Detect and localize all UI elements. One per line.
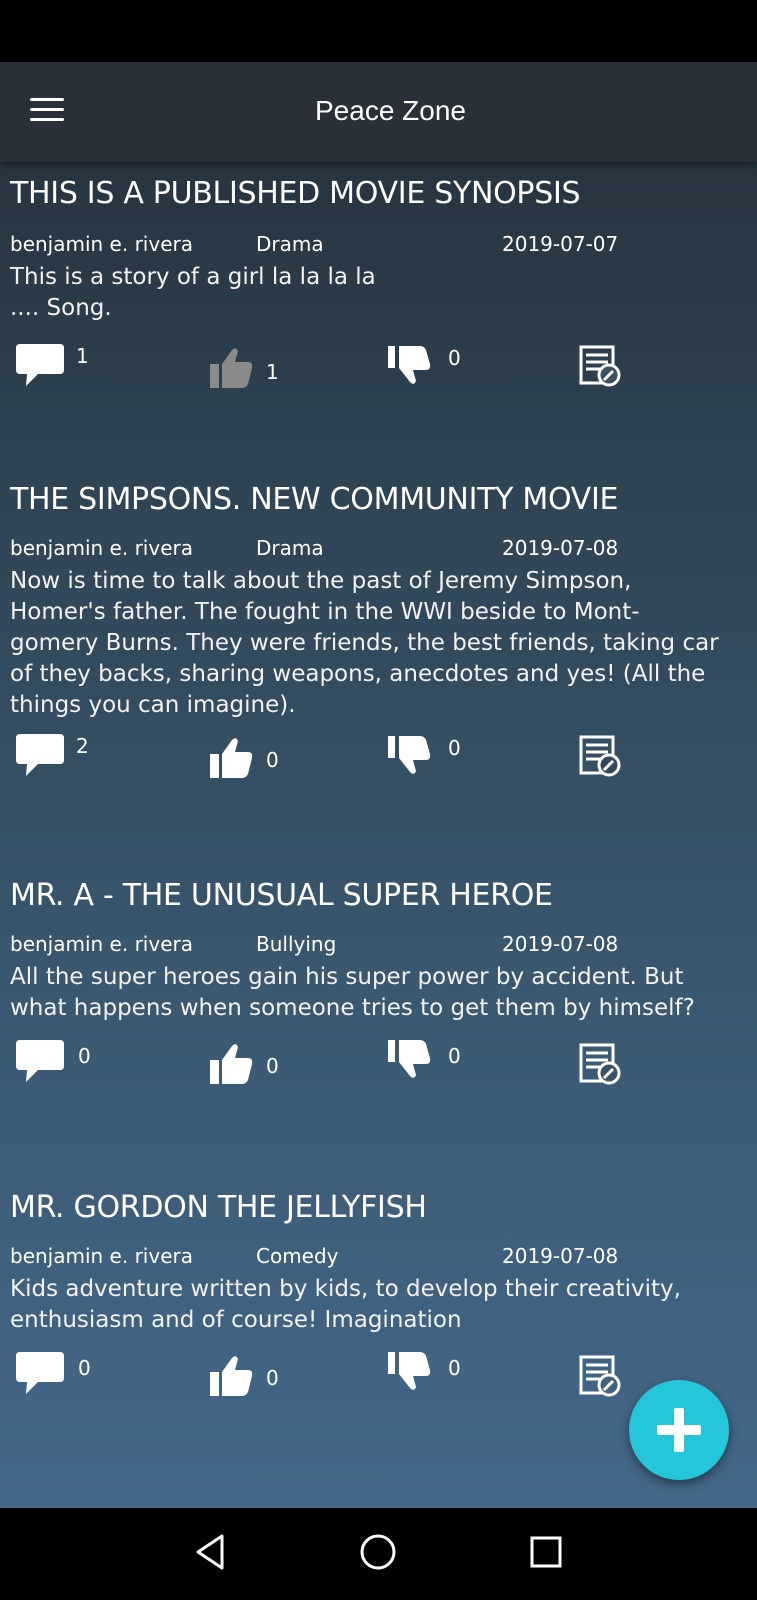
like-count: 0 (266, 748, 279, 772)
comment-count: 0 (78, 1044, 91, 1068)
post-genre: Drama (256, 536, 324, 560)
system-navigation-bar (0, 1508, 757, 1600)
app-bar: Peace Zone (0, 62, 757, 162)
dislike-count: 0 (448, 346, 461, 370)
home-circle-icon (360, 1534, 396, 1570)
post-author: benjamin e. rivera (10, 932, 193, 956)
thumbs-down-icon (388, 1352, 431, 1390)
plus-icon (657, 1408, 701, 1452)
post-genre: Drama (256, 232, 324, 256)
post-author: benjamin e. rivera (10, 1244, 193, 1268)
comment-icon (16, 1040, 64, 1082)
dislike-button[interactable]: 0 (386, 344, 466, 394)
recents-square-icon (530, 1536, 562, 1568)
like-count: 1 (266, 360, 279, 384)
dislike-count: 0 (448, 1356, 461, 1380)
post-synopsis: Now is time to talk about the past of Je… (10, 568, 719, 718)
post-title: MR. A - THE UNUSUAL SUPER HEROE (10, 878, 553, 913)
like-button[interactable]: 0 (208, 1354, 288, 1404)
comment-icon (16, 344, 64, 386)
back-triangle-icon (196, 1534, 224, 1570)
nav-recents-button[interactable] (524, 1530, 568, 1574)
post-date: 2019-07-08 (502, 1244, 619, 1268)
like-button[interactable]: 0 (208, 1042, 288, 1092)
thumbs-up-icon (210, 738, 253, 778)
nav-home-button[interactable] (356, 1530, 400, 1574)
comment-count: 2 (76, 734, 89, 758)
dislike-button[interactable]: 0 (386, 734, 466, 784)
review-button[interactable] (578, 1042, 624, 1086)
thumbs-up-icon (210, 1044, 253, 1084)
thumbs-up-icon (210, 1356, 253, 1396)
post-synopsis: This is a story of a girl la la la la ..… (10, 264, 376, 321)
like-button[interactable]: 0 (208, 736, 288, 786)
post-genre: Comedy (256, 1244, 339, 1268)
comment-count: 1 (76, 344, 89, 368)
dislike-count: 0 (448, 1044, 461, 1068)
post-author: benjamin e. rivera (10, 536, 193, 560)
thumbs-down-icon (388, 736, 431, 774)
review-icon (579, 735, 621, 777)
review-icon (579, 345, 621, 387)
review-button[interactable] (578, 734, 624, 778)
post-genre: Bullying (256, 932, 337, 956)
thumbs-up-icon (210, 348, 253, 388)
comment-button[interactable]: 2 (14, 732, 94, 782)
thumbs-down-icon (388, 346, 431, 384)
comment-button[interactable]: 0 (14, 1038, 94, 1088)
comment-button[interactable]: 0 (14, 1350, 94, 1400)
app-screen: Peace Zone THIS IS A PUBLISHED MOVIE SYN… (0, 62, 757, 1508)
thumbs-down-icon (388, 1040, 431, 1078)
post-title: MR. GORDON THE JELLYFISH (10, 1190, 427, 1225)
app-title: Peace Zone (315, 95, 466, 126)
comment-count: 0 (78, 1356, 91, 1380)
post-synopsis: All the super heroes gain his super powe… (10, 964, 695, 1021)
dislike-button[interactable]: 0 (386, 1038, 466, 1088)
nav-back-button[interactable] (190, 1530, 234, 1574)
comment-icon (16, 734, 64, 776)
post-title: THIS IS A PUBLISHED MOVIE SYNOPSIS (10, 176, 581, 211)
comment-button[interactable]: 1 (14, 342, 94, 392)
review-button[interactable] (578, 344, 624, 388)
review-icon (579, 1043, 621, 1085)
status-bar (0, 0, 757, 62)
post-author: benjamin e. rivera (10, 232, 193, 256)
post-title: THE SIMPSONS. NEW COMMUNITY MOVIE (10, 482, 619, 517)
review-button[interactable] (578, 1354, 624, 1398)
like-button[interactable]: 1 (208, 346, 288, 396)
post-date: 2019-07-07 (502, 232, 619, 256)
post-date: 2019-07-08 (502, 932, 619, 956)
add-synopsis-button[interactable] (629, 1380, 729, 1480)
like-count: 0 (266, 1054, 279, 1078)
post-date: 2019-07-08 (502, 536, 619, 560)
like-count: 0 (266, 1366, 279, 1390)
dislike-button[interactable]: 0 (386, 1350, 466, 1400)
review-icon (579, 1355, 621, 1397)
dislike-count: 0 (448, 736, 461, 760)
post-synopsis: Kids adventure written by kids, to devel… (10, 1276, 681, 1333)
comment-icon (16, 1352, 64, 1394)
